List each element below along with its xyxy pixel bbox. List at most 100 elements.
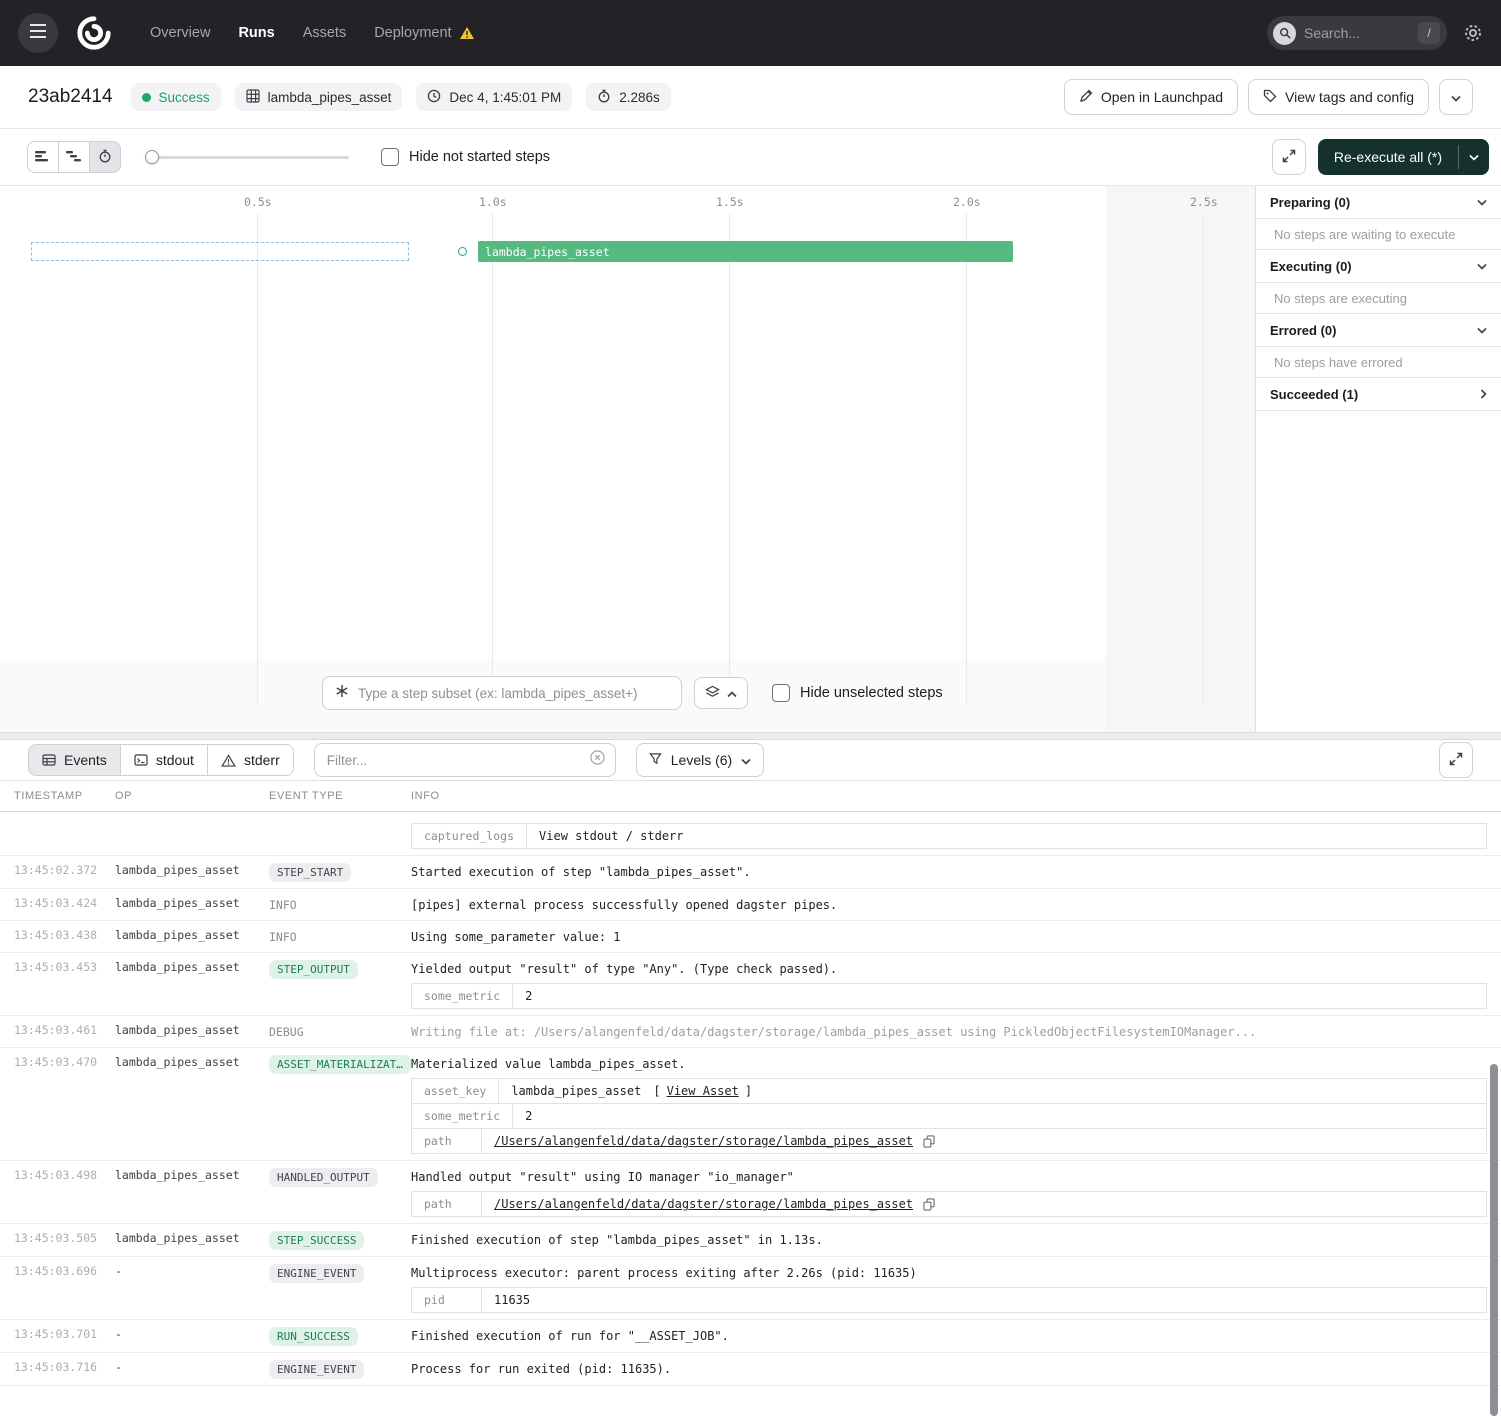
- log-table-body: captured_logsView stdout / stderr 13:45:0…: [0, 812, 1501, 1416]
- nav-item-overview[interactable]: Overview: [150, 25, 210, 41]
- event-type-chip: HANDLED_OUTPUT: [269, 1168, 378, 1187]
- tab-stdout[interactable]: stdout: [120, 744, 208, 776]
- scrollbar-thumb[interactable]: [1490, 1064, 1498, 1416]
- dagster-logo-icon[interactable]: [72, 11, 116, 55]
- log-info-cell: Multiprocess executor: parent process ex…: [397, 1264, 1501, 1313]
- run-more-actions-button[interactable]: [1439, 79, 1473, 115]
- view-tags-config-button[interactable]: View tags and config: [1248, 79, 1429, 115]
- grid-icon: [246, 89, 260, 106]
- copy-icon[interactable]: [923, 1198, 935, 1211]
- metadata-link[interactable]: /Users/alangenfeld/data/dagster/storage/…: [494, 1134, 913, 1148]
- log-row[interactable]: 13:45:03.498lambda_pipes_assetHANDLED_OU…: [0, 1161, 1501, 1224]
- slider-track[interactable]: [145, 156, 349, 159]
- log-info-text: Started execution of step "lambda_pipes_…: [411, 863, 1487, 879]
- view-mode-flat-button[interactable]: [27, 141, 59, 173]
- log-row[interactable]: 13:45:03.438lambda_pipes_assetINFOUsing …: [0, 921, 1501, 953]
- metadata-value: 2: [513, 1104, 544, 1128]
- metadata-link[interactable]: /Users/alangenfeld/data/dagster/storage/…: [494, 1197, 913, 1211]
- hide-not-started-label: Hide not started steps: [409, 149, 550, 165]
- log-row[interactable]: 13:45:03.470lambda_pipes_assetASSET_MATE…: [0, 1048, 1501, 1161]
- logs-tab-group: Eventsstdoutstderr: [28, 744, 294, 776]
- view-mode-timed-button[interactable]: [89, 141, 121, 173]
- log-filter-input[interactable]: [327, 753, 582, 768]
- step-subset-input[interactable]: [358, 686, 669, 701]
- log-timestamp: 13:45:03.461: [0, 1023, 101, 1041]
- log-op: lambda_pipes_asset: [101, 896, 255, 914]
- clock-icon: [427, 89, 441, 106]
- chevron-down-icon: [1477, 327, 1487, 334]
- log-row[interactable]: 13:45:03.453lambda_pipes_assetSTEP_OUTPU…: [0, 953, 1501, 1016]
- gantt-chart: 0.5s1.0s1.5s2.0s2.5s lambda_pipes_asset: [0, 186, 1255, 732]
- gantt-fullscreen-button[interactable]: [1272, 139, 1306, 175]
- bracket: [: [653, 1084, 660, 1098]
- log-op: lambda_pipes_asset: [101, 1168, 255, 1217]
- view-tags-config-label: View tags and config: [1285, 89, 1414, 105]
- chevron-down-icon: [741, 752, 751, 768]
- log-row[interactable]: 13:45:03.424lambda_pipes_assetINFO[pipes…: [0, 889, 1501, 921]
- log-row[interactable]: captured_logsView stdout / stderr: [0, 812, 1501, 856]
- hide-not-started-checkbox[interactable]: [381, 148, 399, 166]
- nav-item-deployment[interactable]: Deployment: [374, 25, 474, 41]
- metadata-value: View stdout / stderr: [527, 824, 696, 848]
- log-timestamp: [0, 816, 101, 849]
- view-asset-link[interactable]: View Asset: [667, 1084, 739, 1098]
- job-chip[interactable]: lambda_pipes_asset: [235, 83, 403, 111]
- selector-icon: [335, 684, 349, 703]
- copy-icon[interactable]: [923, 1135, 935, 1148]
- step-section-errored-0[interactable]: Errored (0): [1256, 314, 1501, 347]
- chevron-down-icon: [1451, 89, 1461, 105]
- metadata-row: path/Users/alangenfeld/data/dagster/stor…: [411, 1191, 1487, 1217]
- metadata-table: captured_logsView stdout / stderr: [411, 823, 1487, 849]
- layers-icon: [705, 685, 720, 702]
- log-row[interactable]: 13:45:03.716-ENGINE_EVENTProcess for run…: [0, 1353, 1501, 1386]
- event-type-label: INFO: [269, 930, 297, 944]
- log-row[interactable]: 13:45:03.461lambda_pipes_assetDEBUGWriti…: [0, 1016, 1501, 1048]
- funnel-icon: [649, 752, 662, 768]
- gantt-step-bar[interactable]: lambda_pipes_asset: [478, 241, 1013, 262]
- gridline: [729, 214, 730, 706]
- panel-splitter[interactable]: [0, 732, 1501, 740]
- view-mode-waterfall-button[interactable]: [58, 141, 90, 173]
- log-row[interactable]: 13:45:03.701-RUN_SUCCESSFinished executi…: [0, 1320, 1501, 1353]
- metadata-table: path/Users/alangenfeld/data/dagster/stor…: [411, 1191, 1487, 1217]
- step-status-panel: Preparing (0)No steps are waiting to exe…: [1255, 186, 1501, 732]
- log-row[interactable]: 13:45:03.505lambda_pipes_assetSTEP_SUCCE…: [0, 1224, 1501, 1257]
- levels-label: Levels (6): [671, 752, 732, 768]
- log-filter-box[interactable]: [314, 743, 616, 777]
- step-section-succeeded-1[interactable]: Succeeded (1): [1256, 378, 1501, 411]
- tab-stderr[interactable]: stderr: [207, 744, 294, 776]
- reexecute-all-button[interactable]: Re-execute all (*): [1318, 139, 1458, 175]
- nav-item-label: Deployment: [374, 25, 451, 41]
- open-in-launchpad-button[interactable]: Open in Launchpad: [1064, 79, 1238, 115]
- hide-unselected-checkbox[interactable]: [772, 684, 790, 702]
- log-info-text: [pipes] external process successfully op…: [411, 896, 1487, 912]
- nav-item-assets[interactable]: Assets: [303, 25, 347, 41]
- tag-icon: [1263, 89, 1277, 106]
- levels-dropdown[interactable]: Levels (6): [636, 743, 764, 777]
- nav-item-label: Overview: [150, 25, 210, 41]
- table-icon: [42, 754, 56, 766]
- step-section-executing-0[interactable]: Executing (0): [1256, 250, 1501, 283]
- reexecute-options-button[interactable]: [1459, 139, 1489, 175]
- log-info-cell: Started execution of step "lambda_pipes_…: [397, 863, 1501, 882]
- step-section-preparing-0[interactable]: Preparing (0): [1256, 186, 1501, 219]
- clear-filter-icon[interactable]: [590, 750, 605, 770]
- step-layers-button[interactable]: [694, 677, 748, 709]
- nav-item-runs[interactable]: Runs: [238, 25, 274, 41]
- logs-fullscreen-button[interactable]: [1439, 742, 1473, 778]
- slider-knob[interactable]: [145, 150, 159, 164]
- log-row[interactable]: 13:45:03.696-ENGINE_EVENTMultiprocess ex…: [0, 1257, 1501, 1320]
- event-type-chip: STEP_OUTPUT: [269, 960, 358, 979]
- tab-events[interactable]: Events: [28, 744, 121, 776]
- metadata-row: some_metric2: [411, 1103, 1487, 1129]
- flat-view-icon: [35, 150, 51, 165]
- run-actions: Open in Launchpad View tags and config: [1064, 79, 1473, 115]
- log-info-text: Finished execution of run for "__ASSET_J…: [411, 1327, 1487, 1343]
- log-row[interactable]: 13:45:02.372lambda_pipes_assetSTEP_START…: [0, 856, 1501, 889]
- gear-icon[interactable]: [1463, 23, 1483, 43]
- step-subset-box[interactable]: [322, 676, 682, 710]
- menu-button[interactable]: [18, 13, 58, 53]
- gantt-selection-region: [31, 242, 409, 261]
- search-box[interactable]: /: [1267, 16, 1447, 50]
- search-input[interactable]: [1304, 25, 1410, 41]
